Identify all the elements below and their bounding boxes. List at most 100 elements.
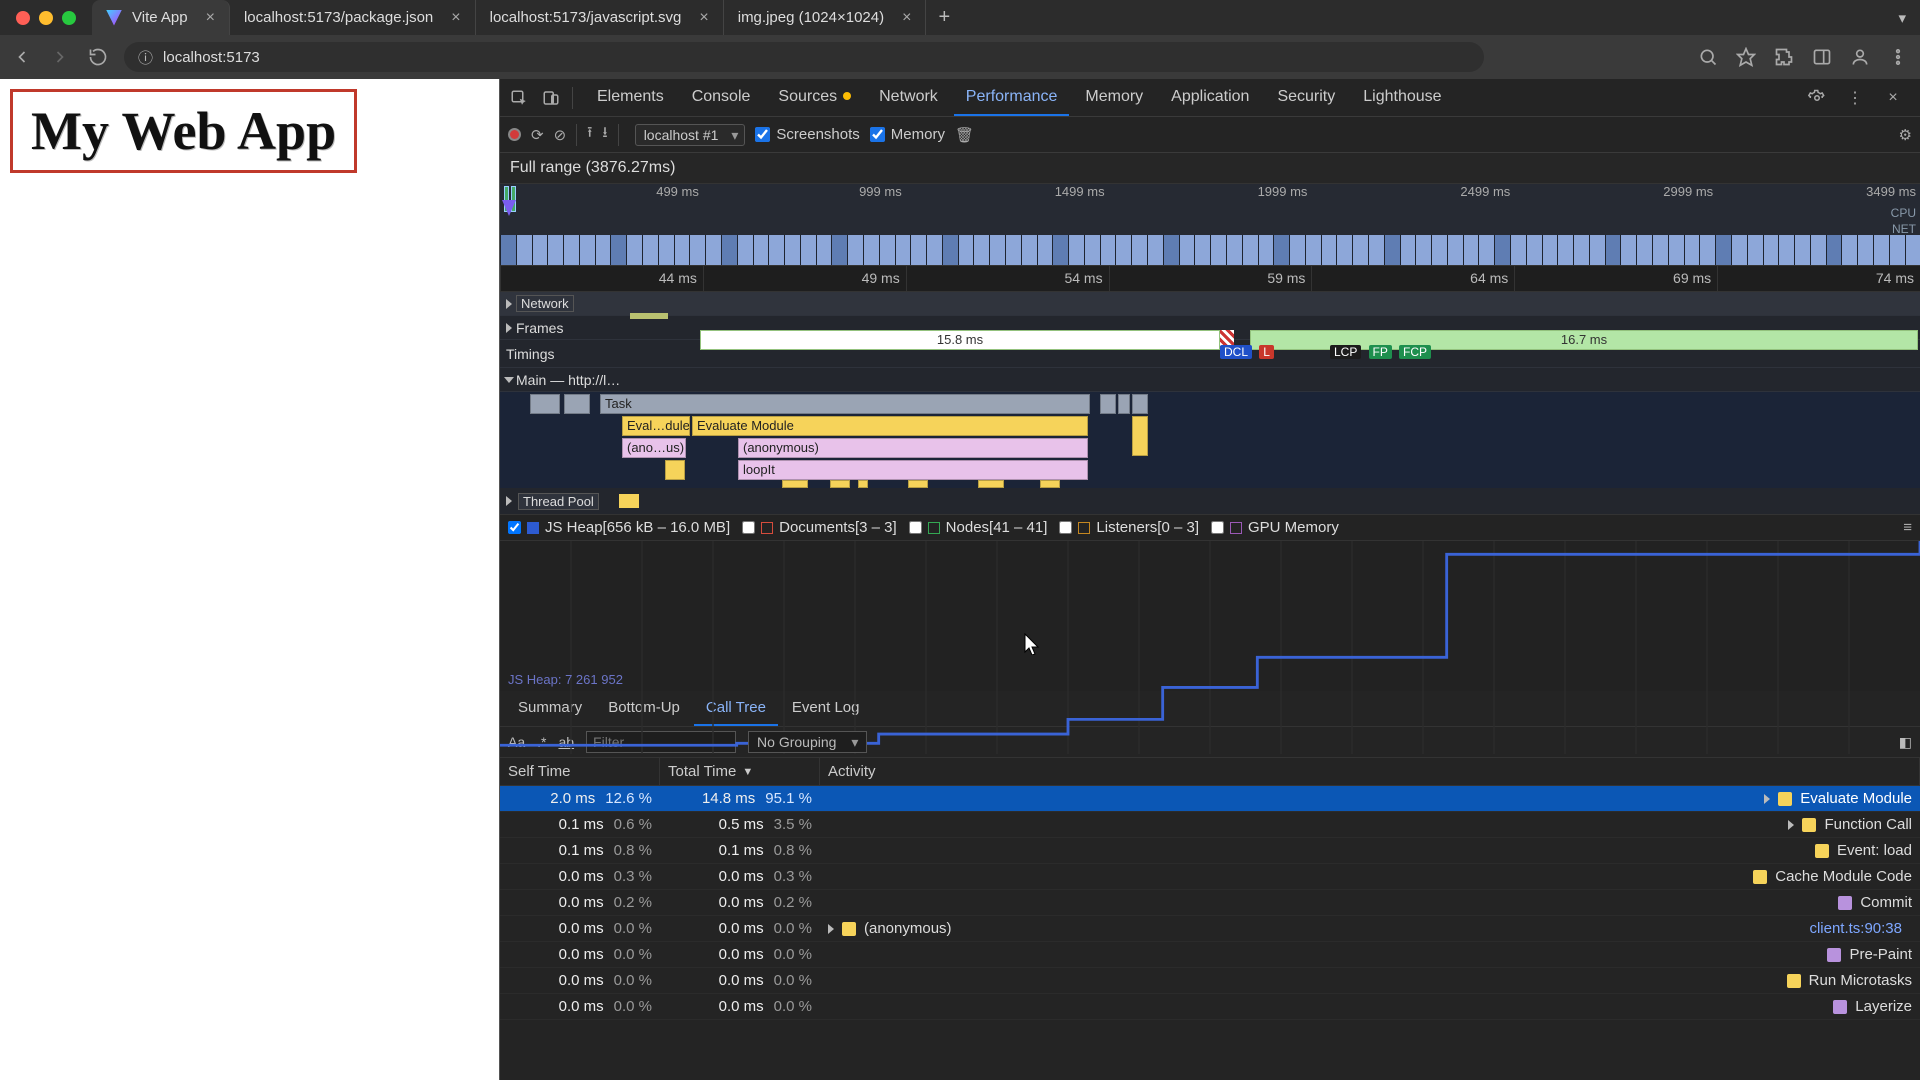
track-threadpool-label[interactable]: Thread Pool — [518, 493, 599, 510]
grouping-select[interactable]: No Grouping — [748, 731, 867, 753]
time-ruler[interactable]: 44 ms49 ms54 ms59 ms64 ms69 ms74 ms — [500, 266, 1920, 292]
flame-task[interactable]: Task — [600, 394, 1090, 414]
close-window-icon[interactable] — [16, 11, 30, 25]
call-tree-header: Self Time Total Time▼ Activity — [500, 758, 1920, 786]
tab-title: img.jpeg (1024×1024) — [738, 9, 884, 26]
profile-icon[interactable] — [1848, 45, 1872, 69]
extensions-icon[interactable] — [1772, 45, 1796, 69]
inspect-element-icon[interactable] — [504, 83, 534, 113]
settings-icon[interactable] — [1802, 83, 1832, 113]
call-tree-row[interactable]: 0.0 ms0.0 %0.0 ms0.0 %(anonymous)client.… — [500, 916, 1920, 942]
panel-tab-memory[interactable]: Memory — [1073, 80, 1155, 116]
source-location-link[interactable]: client.ts:90:38 — [1809, 920, 1912, 937]
panel-tab-sources[interactable]: Sources — [766, 80, 863, 116]
back-button[interactable] — [10, 45, 34, 69]
row-expander-icon[interactable] — [1764, 794, 1770, 804]
close-tab-icon[interactable]: × — [206, 9, 215, 27]
devtools-top-bar: ElementsConsoleSourcesNetworkPerformance… — [500, 79, 1920, 117]
zoom-icon[interactable] — [1696, 45, 1720, 69]
url-text: localhost:5173 — [163, 49, 260, 66]
legend-documents[interactable]: Documents[3 – 3] — [742, 519, 897, 536]
timing-fp-badge[interactable]: FP — [1369, 345, 1392, 359]
minimize-window-icon[interactable] — [39, 11, 53, 25]
panel-tab-elements[interactable]: Elements — [585, 80, 676, 116]
flame-loopit[interactable]: loopIt — [738, 460, 1088, 480]
forward-button[interactable] — [48, 45, 72, 69]
rendered-page: My Web App — [0, 79, 500, 1080]
col-self-time[interactable]: Self Time — [500, 758, 660, 785]
timing-fcp-badge[interactable]: FCP — [1399, 345, 1431, 359]
kebab-menu-icon[interactable]: ⋮ — [1840, 83, 1870, 113]
timing-l-badge[interactable]: L — [1259, 345, 1274, 359]
tab-vite-app[interactable]: Vite App × — [92, 0, 230, 35]
panel-tab-lighthouse[interactable]: Lighthouse — [1351, 80, 1453, 116]
close-tab-icon[interactable]: × — [451, 9, 460, 27]
reload-button[interactable] — [86, 45, 110, 69]
legend-nodes[interactable]: Nodes[41 – 41] — [909, 519, 1048, 536]
activity-color-icon — [1827, 948, 1841, 962]
profile-select[interactable]: localhost #1 — [635, 124, 746, 146]
legend-gpu-memory[interactable]: GPU Memory — [1211, 519, 1339, 536]
menu-icon[interactable] — [1886, 45, 1910, 69]
close-devtools-icon[interactable]: × — [1878, 83, 1908, 113]
screenshots-toggle[interactable]: Screenshots — [755, 126, 859, 143]
bookmark-icon[interactable] — [1734, 45, 1758, 69]
activity-name: Evaluate Module — [1800, 790, 1912, 807]
new-tab-button[interactable]: + — [926, 6, 962, 29]
call-tree-row[interactable]: 2.0 ms12.6 %14.8 ms95.1 %Evaluate Module — [500, 786, 1920, 812]
flame-eval-module[interactable]: Evaluate Module — [692, 416, 1088, 436]
row-expander-icon[interactable] — [828, 924, 834, 934]
close-tab-icon[interactable]: × — [699, 9, 708, 27]
call-tree-row[interactable]: 0.0 ms0.2 %0.0 ms0.2 %Commit — [500, 890, 1920, 916]
panel-tab-network[interactable]: Network — [867, 80, 950, 116]
track-main-label[interactable]: Main — http://localhost:5173/ — [516, 372, 624, 388]
memory-menu-icon[interactable]: ≡ — [1903, 519, 1912, 536]
call-tree-row[interactable]: 0.0 ms0.0 %0.0 ms0.0 %Layerize — [500, 994, 1920, 1020]
zoom-window-icon[interactable] — [62, 11, 76, 25]
call-tree-row[interactable]: 0.0 ms0.0 %0.0 ms0.0 %Run Microtasks — [500, 968, 1920, 994]
row-expander-icon[interactable] — [1788, 820, 1794, 830]
track-network-label[interactable]: Network — [516, 295, 574, 312]
track-frames-label[interactable]: Frames — [516, 320, 563, 336]
tab-title: localhost:5173/javascript.svg — [490, 9, 682, 26]
call-tree-row[interactable]: 0.0 ms0.0 %0.0 ms0.0 %Pre-Paint — [500, 942, 1920, 968]
col-total-time[interactable]: Total Time▼ — [660, 758, 820, 785]
panel-tab-performance[interactable]: Performance — [954, 80, 1070, 116]
site-info-icon[interactable]: ⓘ — [138, 47, 153, 68]
panel-tab-security[interactable]: Security — [1265, 80, 1347, 116]
record-button[interactable] — [508, 128, 521, 141]
capture-settings-icon[interactable]: ⚙ — [1899, 126, 1912, 144]
overview-tick-label: 499 ms — [656, 184, 699, 199]
legend-js-heap[interactable]: JS Heap[656 kB – 16.0 MB] — [508, 519, 730, 536]
flame-anon-short[interactable]: (ano…us) — [622, 438, 686, 458]
tab-search-icon[interactable]: ▾ — [1898, 9, 1920, 27]
reload-record-icon[interactable]: ⟳ — [531, 126, 544, 144]
timing-lcp-badge[interactable]: LCP — [1330, 345, 1361, 359]
tab-package-json[interactable]: localhost:5173/package.json × — [230, 0, 476, 35]
save-profile-icon[interactable]: ⭳ — [602, 122, 607, 147]
clear-icon[interactable]: ⊘ — [554, 126, 567, 144]
call-tree-row[interactable]: 0.1 ms0.6 %0.5 ms3.5 %Function Call — [500, 812, 1920, 838]
overview-timeline[interactable]: 499 ms999 ms1499 ms1999 ms2499 ms2999 ms… — [500, 184, 1920, 266]
memory-toggle[interactable]: Memory — [870, 126, 945, 143]
close-tab-icon[interactable]: × — [902, 9, 911, 27]
track-timings-label[interactable]: Timings — [506, 346, 555, 362]
flame-eval-short[interactable]: Eval…dule — [622, 416, 690, 436]
url-input[interactable]: ⓘ localhost:5173 — [124, 42, 1484, 72]
legend-listeners[interactable]: Listeners[0 – 3] — [1059, 519, 1199, 536]
panel-tab-console[interactable]: Console — [680, 80, 763, 116]
tab-javascript-svg[interactable]: localhost:5173/javascript.svg × — [476, 0, 724, 35]
gc-icon[interactable]: 🗑 — [955, 126, 974, 144]
tab-img-jpeg[interactable]: img.jpeg (1024×1024) × — [724, 0, 927, 35]
call-tree-row[interactable]: 0.0 ms0.3 %0.0 ms0.3 %Cache Module Code — [500, 864, 1920, 890]
flame-chart[interactable]: Task Eval…dule Evaluate Module (ano…us) … — [500, 392, 1920, 488]
timing-dcl-badge[interactable]: DCL — [1220, 345, 1252, 359]
load-profile-icon[interactable]: ⭱ — [587, 122, 592, 147]
memory-chart[interactable]: JS Heap: 7 261 952 — [500, 541, 1920, 691]
side-panel-icon[interactable] — [1810, 45, 1834, 69]
device-toolbar-icon[interactable] — [536, 83, 566, 113]
call-tree-row[interactable]: 0.1 ms0.8 %0.1 ms0.8 %Event: load — [500, 838, 1920, 864]
flame-anonymous[interactable]: (anonymous) — [738, 438, 1088, 458]
panel-tab-application[interactable]: Application — [1159, 80, 1261, 116]
col-activity[interactable]: Activity — [820, 758, 1920, 785]
